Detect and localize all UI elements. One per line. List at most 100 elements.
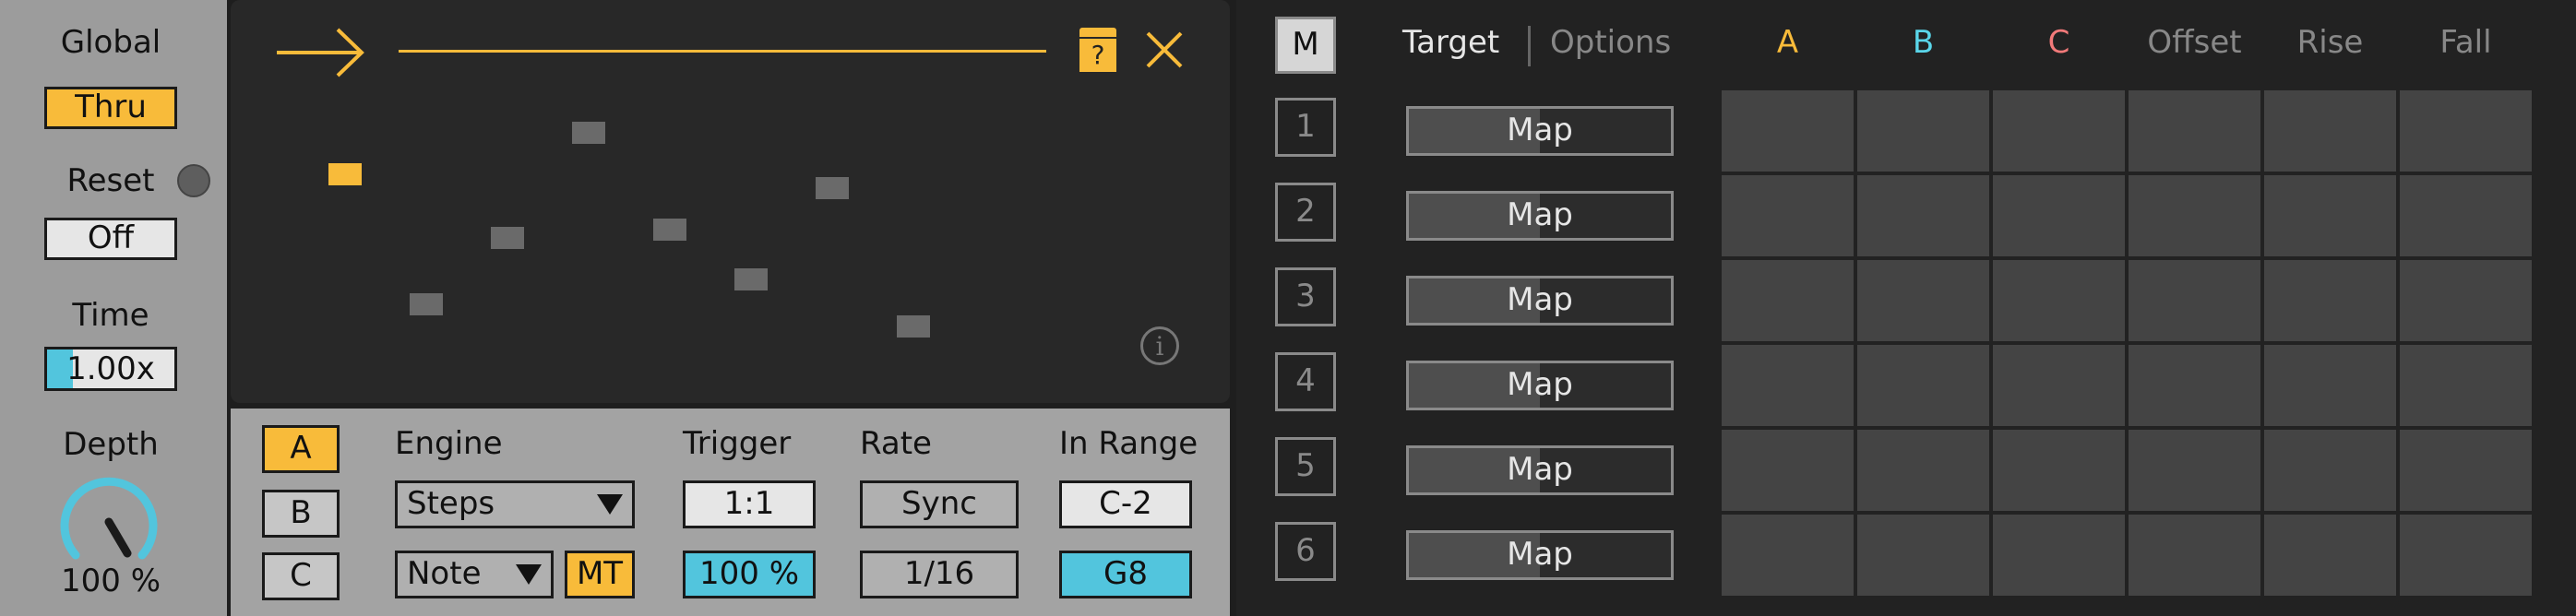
row-number-button[interactable]: 1 [1275, 98, 1336, 157]
depth-knob[interactable] [55, 468, 162, 575]
rate-label: Rate [860, 425, 932, 462]
map-button[interactable]: Map [1406, 106, 1674, 156]
column-header: A [1776, 24, 1799, 61]
global-panel: Global Thru Reset Off Time 1.00x Depth 1… [0, 0, 227, 616]
range-high-field[interactable]: G8 [1059, 551, 1192, 598]
reset-off-button[interactable]: Off [44, 218, 177, 260]
mapping-cell[interactable] [2129, 175, 2260, 256]
mapping-cell[interactable] [2264, 175, 2396, 256]
tab-divider [1528, 26, 1531, 66]
mt-toggle-button[interactable]: MT [565, 551, 635, 598]
mapping-cell[interactable] [1993, 515, 2125, 596]
note-dropdown[interactable]: Note [395, 551, 554, 598]
controls-panel: A B C Engine Steps Note MT Trigger 1:1 1… [231, 409, 1230, 616]
mapping-cell[interactable] [1722, 175, 1854, 256]
column-header: Rise [2296, 24, 2364, 61]
map-button[interactable]: Map [1406, 191, 1674, 241]
sequence-step[interactable] [328, 163, 362, 185]
sequence-step[interactable] [816, 177, 849, 199]
time-value: 1.00x [66, 350, 155, 387]
trigger-label: Trigger [683, 425, 792, 462]
tab-target[interactable]: Target [1402, 24, 1499, 61]
map-button[interactable]: Map [1406, 361, 1674, 410]
rate-sync-button[interactable]: Sync [860, 480, 1019, 528]
mapping-cell[interactable] [1993, 175, 2125, 256]
mapping-cell[interactable] [2129, 90, 2260, 172]
mapping-cell[interactable] [1857, 260, 1989, 341]
mapping-cell[interactable] [1993, 260, 2125, 341]
column-header: C [2047, 24, 2070, 61]
mapping-cell[interactable] [2129, 515, 2260, 596]
sequence-step[interactable] [491, 227, 524, 249]
trigger-percent-field[interactable]: 100 % [683, 551, 816, 598]
info-icon[interactable]: i [1140, 326, 1179, 365]
time-number-box[interactable]: 1.00x [44, 347, 177, 391]
map-button[interactable]: Map [1406, 276, 1674, 326]
channel-a-button[interactable]: A [262, 425, 340, 473]
rate-division-field[interactable]: 1/16 [860, 551, 1019, 598]
mapping-cell[interactable] [2400, 515, 2532, 596]
sequence-step[interactable] [653, 219, 686, 241]
arrow-right-icon[interactable] [273, 26, 369, 79]
mapping-cell[interactable] [2264, 430, 2396, 511]
multi-map-button[interactable]: M [1275, 17, 1336, 74]
chevron-down-icon [597, 494, 623, 515]
mapping-cell[interactable] [2129, 430, 2260, 511]
depth-knob-pointer [104, 517, 132, 558]
mapping-cell[interactable] [1993, 345, 2125, 426]
mapping-cell[interactable] [1993, 90, 2125, 172]
row-number-button[interactable]: 2 [1275, 183, 1336, 242]
reset-indicator-led[interactable] [177, 164, 210, 197]
mapping-cell[interactable] [2129, 345, 2260, 426]
mapping-cell[interactable] [2400, 430, 2532, 511]
mapping-cell[interactable] [1722, 90, 1854, 172]
mapping-cell[interactable] [1857, 430, 1989, 511]
row-number-button[interactable]: 3 [1275, 267, 1336, 326]
depth-value: 100 % [60, 563, 161, 599]
mapping-cell[interactable] [2400, 90, 2532, 172]
help-box-icon[interactable]: ? [1079, 28, 1116, 72]
mapping-cell[interactable] [1857, 90, 1989, 172]
mapping-cell[interactable] [1857, 515, 1989, 596]
mapping-cell[interactable] [2264, 260, 2396, 341]
row-number-button[interactable]: 4 [1275, 352, 1336, 411]
in-range-label: In Range [1059, 425, 1199, 462]
sequence-step[interactable] [572, 122, 605, 144]
column-header: B [1912, 24, 1935, 61]
map-button[interactable]: Map [1406, 530, 1674, 580]
mapping-cell[interactable] [1722, 430, 1854, 511]
tab-options[interactable]: Options [1550, 24, 1671, 61]
global-thru-button[interactable]: Thru [44, 87, 177, 129]
mapping-cell[interactable] [2264, 515, 2396, 596]
mapping-cell[interactable] [1993, 430, 2125, 511]
map-button[interactable]: Map [1406, 445, 1674, 495]
mapping-cell[interactable] [2400, 345, 2532, 426]
mapping-cell[interactable] [2129, 260, 2260, 341]
mapping-cell[interactable] [2400, 175, 2532, 256]
mapping-cell[interactable] [1722, 515, 1854, 596]
mapping-cell[interactable] [1722, 260, 1854, 341]
depth-label: Depth [63, 426, 159, 463]
sequence-step[interactable] [897, 315, 930, 338]
sequence-step[interactable] [410, 293, 443, 315]
range-low-field[interactable]: C-2 [1059, 480, 1192, 528]
row-number-button[interactable]: 6 [1275, 522, 1336, 581]
channel-b-button[interactable]: B [262, 490, 340, 538]
engine-label: Engine [395, 425, 503, 462]
sequencer-display: ? i [231, 0, 1230, 403]
row-number-button[interactable]: 5 [1275, 437, 1336, 496]
trigger-ratio-field[interactable]: 1:1 [683, 480, 816, 528]
close-icon[interactable] [1144, 30, 1185, 70]
engine-dropdown[interactable]: Steps [395, 480, 635, 528]
sequence-step[interactable] [734, 268, 768, 290]
mapping-cell[interactable] [1722, 345, 1854, 426]
mapping-cell[interactable] [1857, 345, 1989, 426]
mapping-cell[interactable] [2400, 260, 2532, 341]
mapping-cell[interactable] [2264, 345, 2396, 426]
channel-c-button[interactable]: C [262, 552, 340, 600]
column-header: Fall [2439, 24, 2492, 61]
mapping-cell[interactable] [1857, 175, 1989, 256]
mapping-panel: M Target Options A B C Offset Rise Fall 1 Map 2… [1236, 0, 2576, 616]
sequence-length-line [399, 50, 1046, 53]
mapping-cell[interactable] [2264, 90, 2396, 172]
